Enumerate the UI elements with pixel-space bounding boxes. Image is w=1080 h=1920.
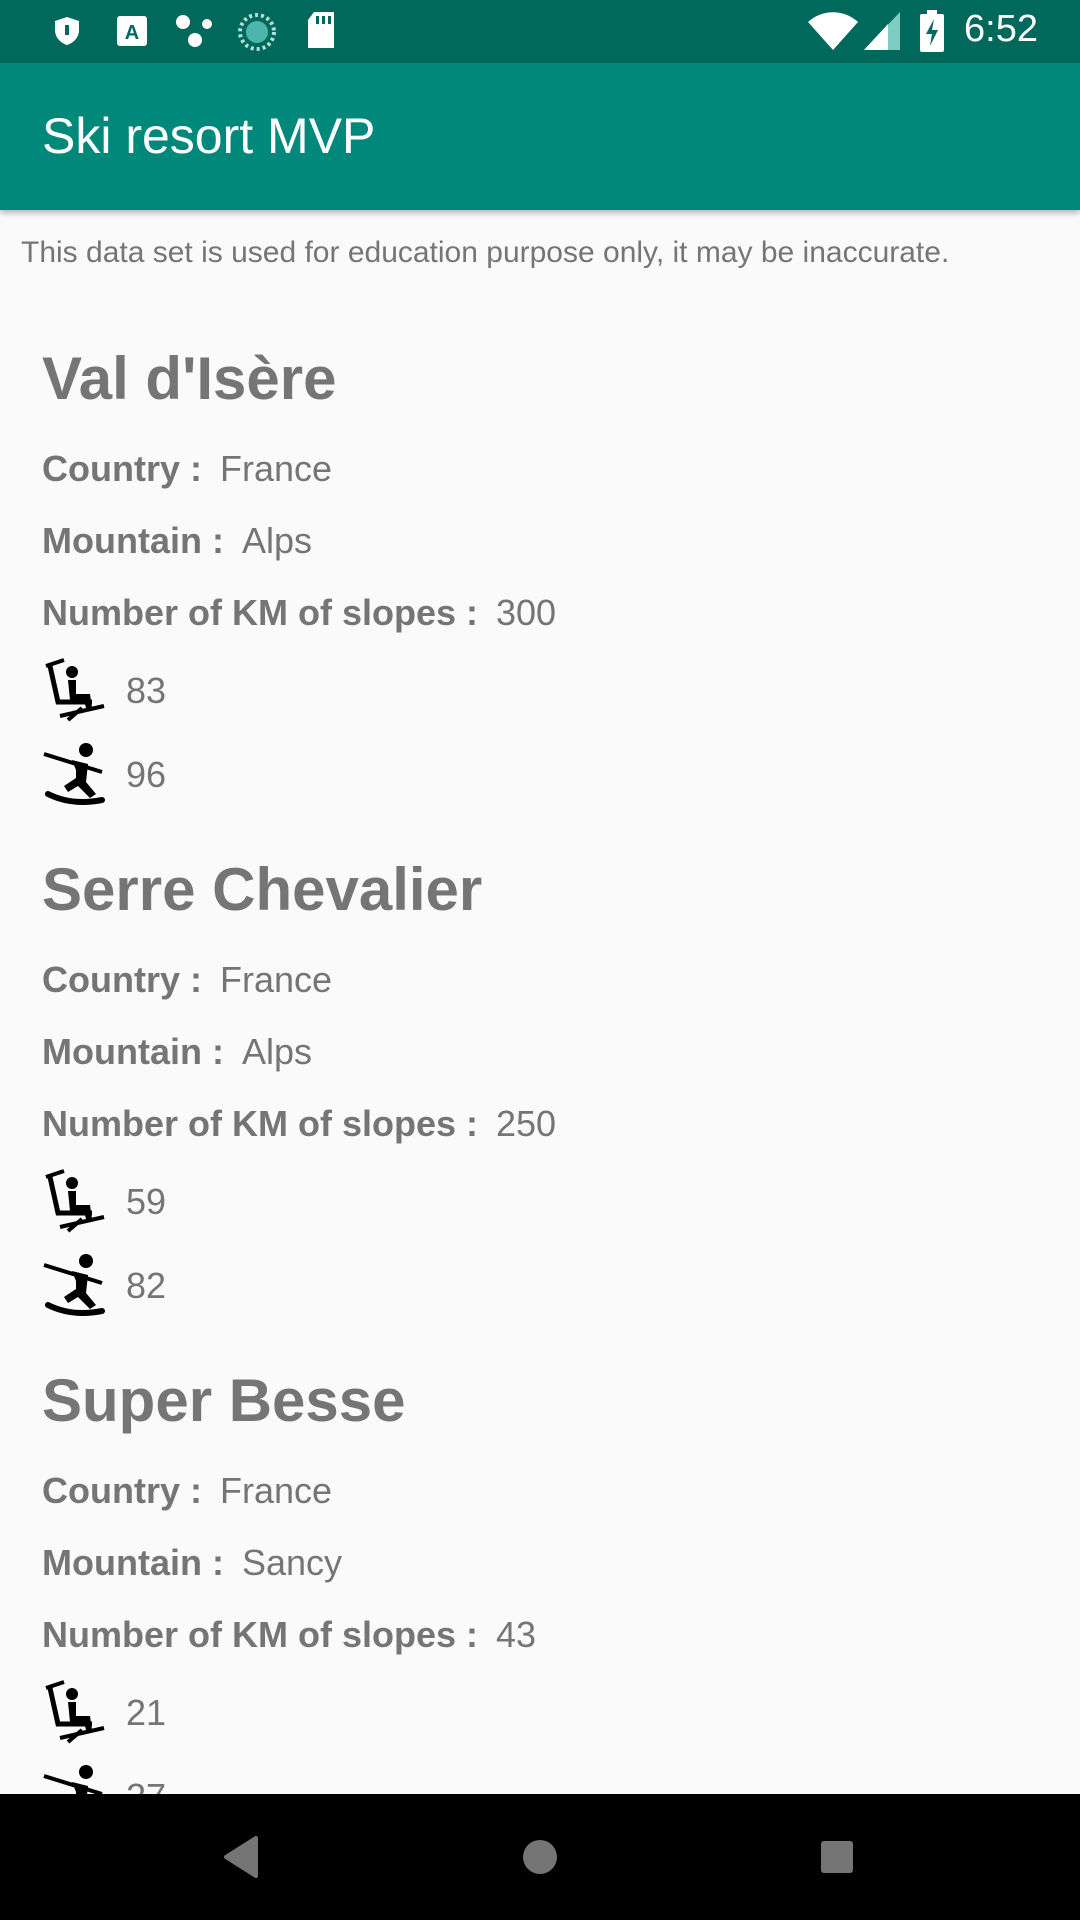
mountain-value: Alps [241, 520, 312, 561]
navigation-bar [0, 1794, 1080, 1920]
cellular-signal-icon [864, 12, 900, 50]
km-slopes-label: Number of KM of slopes : [42, 1103, 479, 1144]
km-slopes-row: Number of KM of slopes : 43 [42, 1614, 536, 1656]
mountain-label: Mountain : [42, 1031, 224, 1072]
status-bar: A 6:52 [0, 0, 1080, 63]
skier-icon [43, 1254, 105, 1316]
chairlift-icon [45, 1169, 105, 1233]
resort-card: Super Besse Country : France Mountain : Sa… [42, 1366, 1042, 1794]
km-slopes-label: Number of KM of slopes : [42, 1614, 479, 1655]
country-label: Country : [42, 1470, 202, 1511]
lifts-count: 83 [126, 670, 167, 711]
battery-charging-icon [920, 10, 944, 52]
country-row: Country : France [42, 1470, 332, 1512]
km-slopes-label: Number of KM of slopes : [42, 592, 479, 633]
runs-count: 27 [126, 1776, 166, 1794]
back-icon[interactable] [170, 1794, 310, 1920]
sync-circle-icon [238, 13, 276, 51]
country-value: France [219, 1470, 333, 1511]
resort-name: Serre Chevalier [42, 856, 483, 923]
km-slopes-row: Number of KM of slopes : 300 [42, 592, 556, 634]
home-icon[interactable] [470, 1794, 610, 1920]
mountain-value: Sancy [241, 1542, 343, 1583]
runs-count: 82 [126, 1265, 167, 1306]
mountain-value: Alps [241, 1031, 312, 1072]
skier-icon [43, 1765, 103, 1794]
font-a-icon: A [117, 16, 147, 46]
app-bar: Ski resort MVP [0, 63, 1080, 210]
wifi-icon [808, 12, 858, 50]
km-slopes-value: 43 [496, 1614, 537, 1655]
svg-text:A: A [125, 22, 139, 44]
resort-name: Val d'Isère [42, 345, 337, 412]
chairlift-icon [45, 1680, 105, 1744]
recents-icon[interactable] [767, 1794, 907, 1920]
resort-card: Serre Chevalier Country : France Mountain… [42, 855, 1042, 1355]
resort-card: Val d'Isère Country : France Mountain : Al… [42, 344, 1042, 844]
km-slopes-value: 300 [496, 592, 557, 633]
runs-count: 96 [126, 754, 167, 795]
country-row: Country : France [42, 959, 332, 1001]
skier-icon [43, 743, 105, 805]
country-value: France [219, 448, 333, 489]
status-time: 6:52 [964, 8, 1038, 50]
disclaimer-text: This data set is used for education purp… [21, 236, 950, 269]
country-row: Country : France [42, 448, 332, 490]
mountain-label: Mountain : [42, 1542, 224, 1583]
country-label: Country : [42, 448, 202, 489]
lifts-count: 21 [126, 1692, 167, 1733]
app-title: Ski resort MVP [42, 108, 376, 164]
shield-icon [55, 17, 79, 45]
mountain-row: Mountain : Alps [42, 1031, 312, 1073]
mountain-row: Mountain : Alps [42, 520, 312, 562]
resort-name: Super Besse [42, 1367, 406, 1434]
sd-card-icon [308, 12, 334, 48]
mountain-row: Mountain : Sancy [42, 1542, 342, 1584]
mountain-label: Mountain : [42, 520, 224, 561]
country-value: France [219, 959, 333, 1000]
km-slopes-value: 250 [496, 1103, 557, 1144]
scatter-dots-icon [176, 15, 212, 47]
chairlift-icon [45, 658, 105, 722]
country-label: Country : [42, 959, 202, 1000]
resort-list[interactable]: This data set is used for education purp… [0, 210, 1080, 1794]
km-slopes-row: Number of KM of slopes : 250 [42, 1103, 556, 1145]
lifts-count: 59 [126, 1181, 167, 1222]
